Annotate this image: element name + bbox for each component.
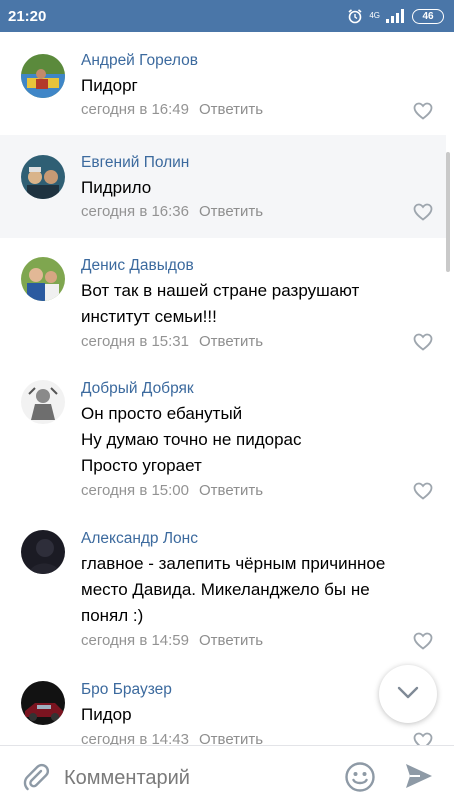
like-heart-icon[interactable] [413, 732, 433, 745]
comment-text: Вот так в нашей стране разрушают [81, 281, 360, 300]
battery-indicator: 46 [412, 8, 444, 24]
avatar[interactable] [21, 380, 65, 424]
comment-time: сегодня в 15:31 [81, 333, 189, 350]
reply-link[interactable]: Ответить [199, 333, 263, 350]
like-heart-icon[interactable] [413, 333, 433, 351]
comment-time: сегодня в 14:59 [81, 632, 189, 649]
comment-meta: сегодня в 16:36 Ответить [81, 203, 263, 220]
alarm-clock-icon [347, 8, 363, 24]
status-bar: 21:20 4G 46 [0, 0, 454, 32]
avatar[interactable] [21, 681, 65, 725]
avatar[interactable] [21, 530, 65, 574]
comment-text: главное - залепить чёрным причинное [81, 554, 386, 573]
comment-meta: сегодня в 15:31 Ответить [81, 333, 263, 350]
comment-meta: сегодня в 16:49 Ответить [81, 101, 263, 118]
like-heart-icon[interactable] [413, 203, 433, 221]
signal-bars-icon [386, 9, 406, 23]
send-icon[interactable] [404, 762, 434, 794]
comment-text: место Давида. Микеланджело бы не [81, 580, 370, 599]
comment-author[interactable]: Денис Давыдов [81, 257, 194, 275]
comment-author[interactable]: Александр Лонс [81, 530, 198, 548]
avatar[interactable] [21, 155, 65, 199]
comment-text: Пидорг [81, 76, 138, 95]
comment-text: Ну думаю точно не пидорас [81, 430, 302, 449]
comment-meta: сегодня в 15:00 Ответить [81, 482, 263, 499]
comment-item: Бро Браузер Пидор сегодня в 14:43 Ответит… [0, 660, 446, 745]
comment-text: понял :) [81, 606, 144, 625]
comment-item: Евгений Полин Пидрило сегодня в 16:36 Отв… [0, 135, 446, 238]
smiley-icon[interactable] [344, 761, 376, 797]
comment-input[interactable] [62, 760, 326, 796]
reply-link[interactable]: Ответить [199, 482, 263, 499]
comment-meta: сегодня в 14:59 Ответить [81, 632, 263, 649]
reply-link[interactable]: Ответить [199, 203, 263, 220]
chevron-down-icon [397, 685, 419, 704]
paperclip-icon[interactable] [22, 762, 50, 796]
comment-author[interactable]: Добрый Добряк [81, 380, 194, 398]
comment-text: Пидор [81, 705, 132, 724]
comment-item: Андрей Горелов Пидорг сегодня в 16:49 Отв… [0, 32, 446, 135]
status-time: 21:20 [8, 7, 47, 25]
comment-author[interactable]: Евгений Полин [81, 154, 189, 172]
reply-link[interactable]: Ответить [199, 101, 263, 118]
comment-time: сегодня в 16:49 [81, 101, 189, 118]
comment-composer [0, 745, 454, 808]
comment-text: институт семьи!!! [81, 307, 217, 326]
comment-text: Пидрило [81, 178, 152, 197]
comment-text: Он просто ебанутый [81, 404, 243, 423]
reply-link[interactable]: Ответить [199, 731, 263, 745]
comment-time: сегодня в 15:00 [81, 482, 189, 499]
status-icons: 4G 46 [347, 8, 444, 24]
avatar[interactable] [21, 54, 65, 98]
comment-author[interactable]: Андрей Горелов [81, 52, 198, 70]
comment-author[interactable]: Бро Браузер [81, 681, 172, 699]
reply-link[interactable]: Ответить [199, 632, 263, 649]
comment-time: сегодня в 14:43 [81, 731, 189, 745]
scrollbar[interactable] [446, 152, 450, 272]
avatar[interactable] [21, 257, 65, 301]
scroll-down-button[interactable] [379, 665, 437, 723]
comment-text: Просто угорает [81, 456, 202, 475]
like-heart-icon[interactable] [413, 482, 433, 500]
like-heart-icon[interactable] [413, 632, 433, 650]
comment-item: Добрый Добряк Он просто ебанутый Ну дума… [0, 360, 446, 510]
comment-item: Денис Давыдов Вот так в нашей стране раз… [0, 238, 446, 360]
like-heart-icon[interactable] [413, 102, 433, 120]
network-type-label: 4G [369, 11, 380, 20]
comment-time: сегодня в 16:36 [81, 203, 189, 220]
comment-item: Александр Лонс главное - залепить чёрным… [0, 510, 446, 660]
comment-meta: сегодня в 14:43 Ответить [81, 731, 263, 745]
comments-feed[interactable]: Андрей Горелов Пидорг сегодня в 16:49 Отв… [0, 32, 454, 745]
